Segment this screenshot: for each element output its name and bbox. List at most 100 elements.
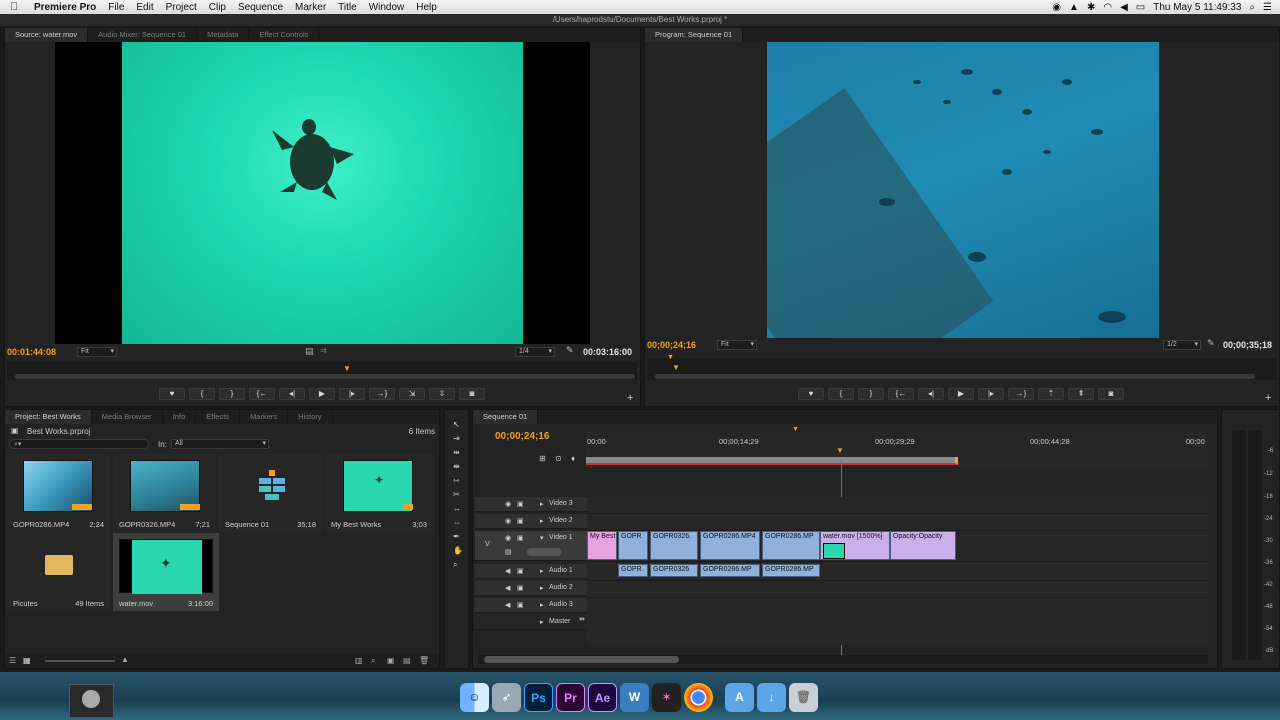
slide-tool-icon[interactable]: ⇔ [453, 518, 461, 527]
zoom-slider[interactable] [45, 660, 115, 662]
in-dropdown[interactable]: All [171, 439, 269, 449]
program-playhead-icon[interactable]: ▼ [672, 363, 680, 372]
expand-icon[interactable]: ▸ [540, 584, 544, 592]
menu-edit[interactable]: Edit [136, 2, 153, 13]
sequence-timecode[interactable]: 00;00;24;16 [495, 431, 549, 442]
scrollbar-thumb[interactable] [484, 656, 679, 663]
program-fit-dropdown[interactable]: Fit [717, 340, 757, 350]
zoom-tool-icon[interactable]: ⌕ [453, 560, 457, 570]
tab-metadata[interactable]: Metadata [197, 28, 250, 42]
track-select-tool-icon[interactable]: ⇥ [453, 434, 460, 443]
track-video1[interactable]: V ◉ ▣ ▾ Video 1 ▤ [475, 531, 587, 561]
find-icon[interactable]: ⌕ [371, 656, 375, 666]
app-menu[interactable]: Premiere Pro [34, 2, 96, 13]
icon-view-icon[interactable]: ▦ [23, 656, 31, 665]
audio-clip[interactable]: GOPR0286.MP [700, 564, 760, 577]
wifi-icon[interactable]: ◠ [1103, 2, 1112, 13]
expand-icon[interactable]: ▸ [540, 517, 544, 525]
final-cut-icon[interactable]: ✶ [652, 683, 681, 712]
target-v-icon[interactable]: V [485, 541, 490, 548]
speaker-icon[interactable]: ◀ [505, 584, 510, 592]
minimized-window-thumbnail[interactable] [69, 684, 114, 718]
source-resolution-dropdown[interactable]: 1/4 [515, 347, 555, 357]
notification-icon[interactable]: ☰ [1263, 2, 1272, 13]
timeline-ruler[interactable]: 00;00 00;00;14;29 00;00;29;29 00;00;44;2… [586, 426, 1208, 468]
app-w-icon[interactable]: W [620, 683, 649, 712]
clock[interactable]: Thu May 5 11:49:33 [1153, 2, 1241, 13]
status-icon[interactable]: ◉ [1052, 2, 1061, 13]
marker-button[interactable]: ♥ [159, 388, 185, 400]
extract-button[interactable]: ⇞ [1068, 388, 1094, 400]
lock-icon[interactable]: ▣ [517, 567, 524, 575]
new-bin-icon[interactable]: ▣ [387, 656, 395, 665]
track-audio2[interactable]: ◀ ▣ ▸ Audio 2 [475, 581, 587, 596]
expand-icon[interactable]: ▸ [540, 567, 544, 575]
tab-sequence[interactable]: Sequence 01 [473, 410, 539, 424]
mark-in-button[interactable]: { [189, 388, 215, 400]
source-time-ruler[interactable]: ▼ [7, 362, 637, 380]
premiere-icon[interactable]: Pr [556, 683, 585, 712]
track-audio3[interactable]: ◀ ▣ ▸ Audio 3 [475, 598, 587, 613]
project-search-input[interactable]: ⌕▾ [9, 439, 149, 449]
tab-effects[interactable]: Effects [196, 410, 241, 424]
razor-tool-icon[interactable]: ✂ [453, 490, 460, 499]
timeline-clip[interactable]: Opacity:Opacity [890, 531, 956, 560]
eye-icon[interactable]: ◉ [505, 534, 511, 542]
project-item[interactable]: ✦ water.mov 3:16:00 [113, 533, 219, 611]
pen-tool-icon[interactable]: ✒ [453, 532, 460, 541]
source-viewer[interactable] [55, 42, 590, 344]
program-add-button[interactable]: + [1265, 392, 1271, 404]
step-back-button[interactable]: ◂| [279, 388, 305, 400]
tab-media-browser[interactable]: Media Browser [92, 410, 163, 424]
menu-file[interactable]: File [108, 2, 124, 13]
tab-history[interactable]: History [288, 410, 333, 424]
mark-out-button[interactable]: } [219, 388, 245, 400]
export-frame-button[interactable]: ◙ [459, 388, 485, 400]
trash-dock-icon[interactable]: 🗑 [789, 683, 818, 712]
program-wrench-icon[interactable]: ✎ [1207, 338, 1215, 349]
after-effects-icon[interactable]: Ae [588, 683, 617, 712]
source-add-button[interactable]: + [627, 392, 633, 404]
program-goto-in-button[interactable]: {← [888, 388, 914, 400]
expand-icon[interactable]: ▸ [540, 618, 544, 626]
menu-help[interactable]: Help [416, 2, 437, 13]
program-play-button[interactable]: ▶ [948, 388, 974, 400]
lock-icon[interactable]: ▣ [517, 534, 524, 542]
step-forward-button[interactable]: |▸ [339, 388, 365, 400]
eye-icon[interactable]: ◉ [505, 500, 511, 508]
timeline-scrollbar[interactable] [478, 655, 1208, 664]
tab-program[interactable]: Program: Sequence 01 [645, 28, 744, 42]
program-export-frame-button[interactable]: ◙ [1098, 388, 1124, 400]
launchpad-icon[interactable]: ➶ [492, 683, 521, 712]
timeline-clip[interactable]: GOPR0286.MP4 [700, 531, 760, 560]
menu-marker[interactable]: Marker [295, 2, 326, 13]
menu-clip[interactable]: Clip [209, 2, 226, 13]
audio-clip[interactable]: GOPR0326 [650, 564, 698, 577]
ripple-edit-tool-icon[interactable]: ⇹ [453, 448, 460, 457]
expand-icon[interactable]: ▸ [540, 601, 544, 609]
project-item[interactable]: Picutes 49 Items [7, 533, 110, 611]
source-wrench-icon[interactable]: ✎ [566, 345, 574, 356]
tab-project[interactable]: Project: Best Works [5, 410, 92, 424]
lock-icon[interactable]: ▣ [517, 500, 524, 508]
tab-info[interactable]: Info [163, 410, 197, 424]
track-video2[interactable]: ◉ ▣ ▸ Video 2 [475, 514, 587, 529]
lock-icon[interactable]: ▣ [517, 584, 524, 592]
adobe-icon[interactable]: ▲ [1069, 2, 1079, 13]
program-mark-out-button[interactable]: } [858, 388, 884, 400]
lock-icon[interactable]: ▣ [517, 601, 524, 609]
lift-button[interactable]: ⇡ [1038, 388, 1064, 400]
source-current-timecode[interactable]: 00:01:44:08 [7, 347, 56, 357]
add-marker-icon[interactable]: ♦ [571, 454, 575, 463]
overwrite-button[interactable]: ⇳ [429, 388, 455, 400]
menu-window[interactable]: Window [369, 2, 405, 13]
tab-effect-controls[interactable]: Effect Controls [249, 28, 320, 42]
list-view-icon[interactable]: ☰ [9, 656, 16, 665]
work-area-bar[interactable] [586, 457, 958, 465]
eye-icon[interactable]: ◉ [505, 517, 511, 525]
audio-clip[interactable]: GOPR [618, 564, 648, 577]
program-marker-button[interactable]: ♥ [798, 388, 824, 400]
timeline-clip[interactable]: GOPR0286.MP [762, 531, 820, 560]
applications-folder-icon[interactable]: A [725, 683, 754, 712]
track-master[interactable]: ▸ Master ⇹ [475, 615, 587, 630]
